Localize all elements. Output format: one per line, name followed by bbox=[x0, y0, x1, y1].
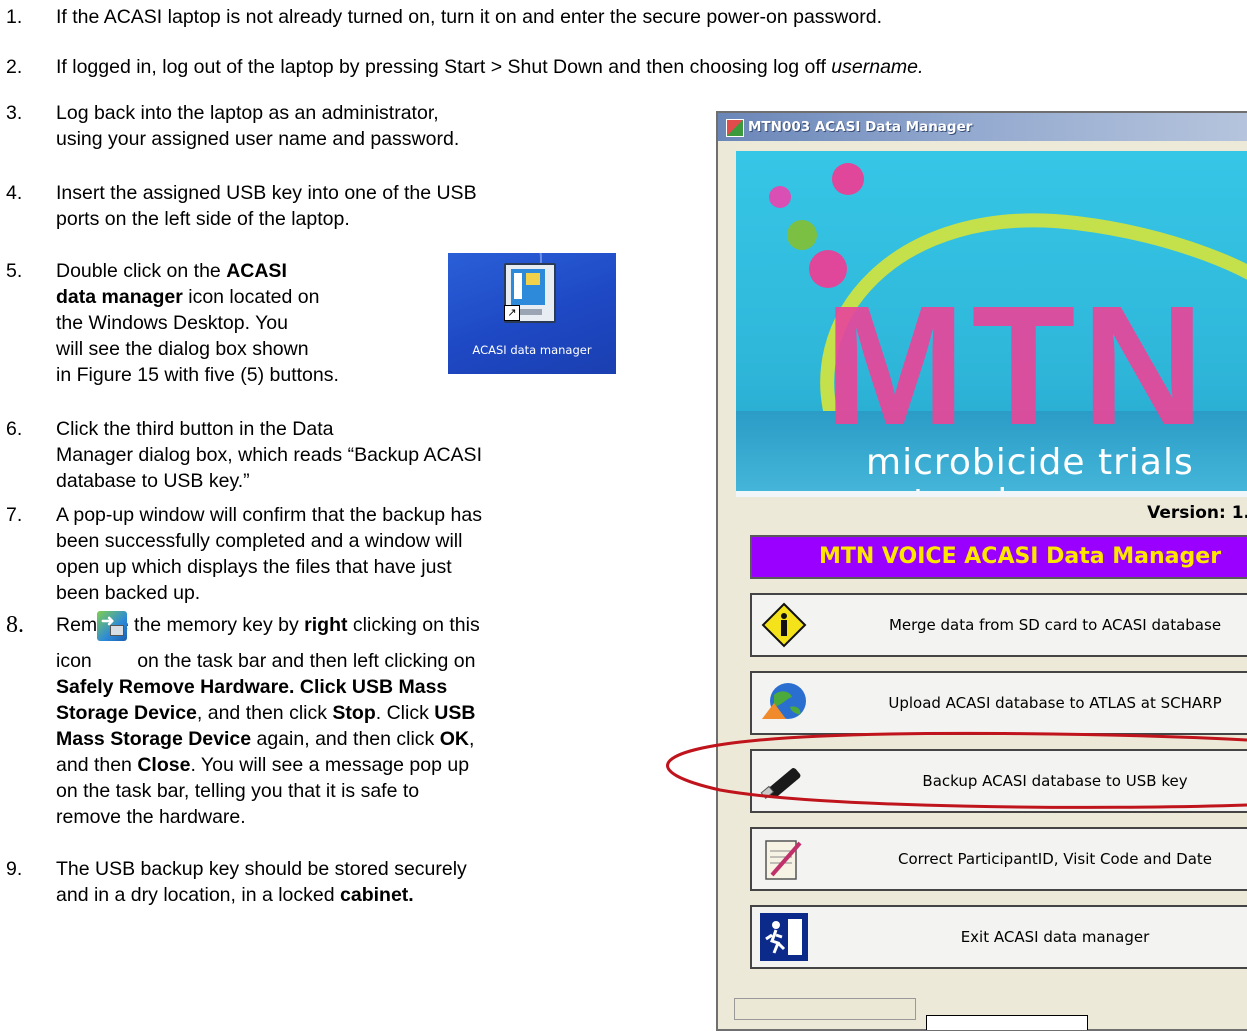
acasi-data-manager-dialog: MTN003 ACASI Data Manager MTN microbicid… bbox=[716, 111, 1247, 1031]
step-text-bold: right bbox=[304, 614, 348, 636]
app-title-banner: MTN VOICE ACASI Data Manager bbox=[750, 535, 1247, 579]
logo-footer bbox=[736, 491, 1247, 497]
step-line: been backed up. bbox=[56, 582, 201, 604]
acasi-data-manager-desktop-icon[interactable]: ↗ ACASI data manager bbox=[448, 253, 616, 374]
step-line: Click the third button in the Data bbox=[56, 418, 334, 440]
step-line: The USB backup key should be stored secu… bbox=[56, 858, 467, 880]
step-text-part: Double click on the bbox=[56, 260, 227, 282]
app-icon bbox=[726, 119, 744, 137]
step-line: using your assigned user name and passwo… bbox=[56, 128, 460, 150]
step-text: Remove the memory key by right clicking … bbox=[56, 612, 656, 830]
step-line: Manager dialog box, which reads “Backup … bbox=[56, 444, 482, 466]
step-number: 9. bbox=[6, 858, 23, 880]
step-line: in Figure 15 with five (5) buttons. bbox=[56, 364, 339, 386]
usb-key-icon bbox=[760, 768, 801, 799]
step-text: If logged in, log out of the laptop by p… bbox=[56, 54, 923, 80]
step-text-part: Remove the memory key by bbox=[56, 614, 305, 636]
logo-wordmark: MTN bbox=[824, 271, 1211, 461]
step-text-part: and in a dry location, in a locked bbox=[56, 884, 341, 906]
window-titlebar[interactable]: MTN003 ACASI Data Manager bbox=[718, 113, 1247, 141]
window-title: MTN003 ACASI Data Manager bbox=[748, 119, 973, 135]
step-text-part: If logged in, log out of the laptop by p… bbox=[56, 56, 832, 78]
mtn-logo-panel: MTN microbicide trials network bbox=[736, 151, 1247, 497]
correct-participant-button[interactable]: Correct ParticipantID, Visit Code and Da… bbox=[750, 827, 1247, 891]
step-text-bold: USB bbox=[434, 702, 476, 724]
step-text-part: icon bbox=[56, 650, 92, 672]
button-label: Exit ACASI data manager bbox=[960, 928, 1150, 946]
step-text-part: . Click bbox=[375, 702, 435, 724]
step-number: 6. bbox=[6, 418, 23, 440]
step-text-part: . You will see a message pop up bbox=[190, 754, 470, 776]
step-text-part: icon located on bbox=[182, 286, 320, 308]
step-number: 4. bbox=[6, 182, 23, 204]
step-line: will see the dialog box shown bbox=[56, 338, 309, 360]
upload-database-button[interactable]: Upload ACASI database to ATLAS at SCHARP bbox=[750, 671, 1247, 735]
step-text-bold: Mass Storage Device bbox=[56, 728, 252, 750]
step-text-bold: cabinet. bbox=[340, 884, 414, 906]
step-text: A pop-up window will confirm that the ba… bbox=[56, 502, 656, 606]
step-text-bold: OK bbox=[439, 728, 469, 750]
exit-button[interactable]: Exit ACASI data manager bbox=[750, 905, 1247, 969]
step-text-bold: data manager bbox=[56, 286, 183, 308]
button-label: Upload ACASI database to ATLAS at SCHARP bbox=[888, 694, 1222, 712]
step-text-bold: ACASI bbox=[226, 260, 287, 282]
version-label: Version: 1. bbox=[1147, 503, 1247, 523]
step-number: 8. bbox=[6, 612, 24, 638]
step-text: Log back into the laptop as an administr… bbox=[56, 100, 636, 152]
step-text-part: again, and then click bbox=[251, 728, 440, 750]
logo-dot bbox=[769, 186, 791, 208]
step-number: 2. bbox=[6, 56, 23, 78]
step-line: A pop-up window will confirm that the ba… bbox=[56, 504, 482, 526]
step-text: Insert the assigned USB key into one of … bbox=[56, 180, 646, 232]
step-text-part: on the task bar and then left clicking o… bbox=[131, 650, 476, 672]
button-label: Correct ParticipantID, Visit Code and Da… bbox=[897, 850, 1213, 868]
notepad-pen-icon bbox=[765, 840, 802, 880]
warning-sign-icon bbox=[761, 602, 807, 648]
desktop-icon-label: ACASI data manager bbox=[472, 343, 592, 357]
step-line: ports on the left side of the laptop. bbox=[56, 208, 350, 230]
figure-caption-box bbox=[926, 1015, 1088, 1030]
step-text-part: , bbox=[468, 728, 475, 750]
usb-safely-remove-icon[interactable]: ➜ bbox=[97, 611, 127, 641]
step-text-part: and then bbox=[56, 754, 138, 776]
button-label: Merge data from SD card to ACASI databas… bbox=[888, 616, 1222, 634]
shortcut-arrow-icon: ↗ bbox=[504, 305, 520, 321]
step-number: 5. bbox=[6, 260, 23, 282]
step-line: the Windows Desktop. You bbox=[56, 312, 288, 334]
step-text-bold: Close bbox=[137, 754, 191, 776]
exit-door-icon bbox=[760, 913, 808, 961]
step-line: Log back into the laptop as an administr… bbox=[56, 102, 439, 124]
step-text: Double click on the ACASI data manager i… bbox=[56, 258, 456, 388]
step-text: The USB backup key should be stored secu… bbox=[56, 856, 656, 908]
step-text-part: clicking on this bbox=[347, 614, 480, 636]
step-number: 1. bbox=[6, 6, 23, 28]
merge-data-button[interactable]: Merge data from SD card to ACASI databas… bbox=[750, 593, 1247, 657]
backup-usb-button[interactable]: Backup ACASI database to USB key bbox=[750, 749, 1247, 813]
globe-upload-icon bbox=[762, 683, 806, 719]
step-line: remove the hardware. bbox=[56, 806, 246, 828]
step-number: 7. bbox=[6, 504, 23, 526]
step-text-bold: Stop bbox=[332, 702, 376, 724]
logo-tagline: microbicide trials network bbox=[866, 442, 1194, 498]
button-label: Backup ACASI database to USB key bbox=[922, 772, 1188, 790]
step-text: Click the third button in the Data Manag… bbox=[56, 416, 656, 494]
step-line: database to USB key.” bbox=[56, 470, 250, 492]
logo-dot bbox=[832, 163, 864, 195]
step-text-italic: username. bbox=[831, 56, 924, 78]
step-text-part: , and then click bbox=[196, 702, 333, 724]
step-number: 3. bbox=[6, 102, 23, 124]
step-text-bold: Storage Device bbox=[56, 702, 197, 724]
status-bar bbox=[734, 998, 916, 1020]
logo-dot bbox=[787, 220, 817, 250]
step-line: open up which displays the files that ha… bbox=[56, 556, 452, 578]
step-line: Insert the assigned USB key into one of … bbox=[56, 182, 477, 204]
step-text-bold: Safely Remove Hardware. Click USB Mass bbox=[56, 676, 448, 698]
step-line: been successfully completed and a window… bbox=[56, 530, 463, 552]
usb-plug-icon bbox=[110, 625, 124, 636]
step-line: on the task bar, telling you that it is … bbox=[56, 780, 420, 802]
step-text: If the ACASI laptop is not already turne… bbox=[56, 6, 882, 28]
